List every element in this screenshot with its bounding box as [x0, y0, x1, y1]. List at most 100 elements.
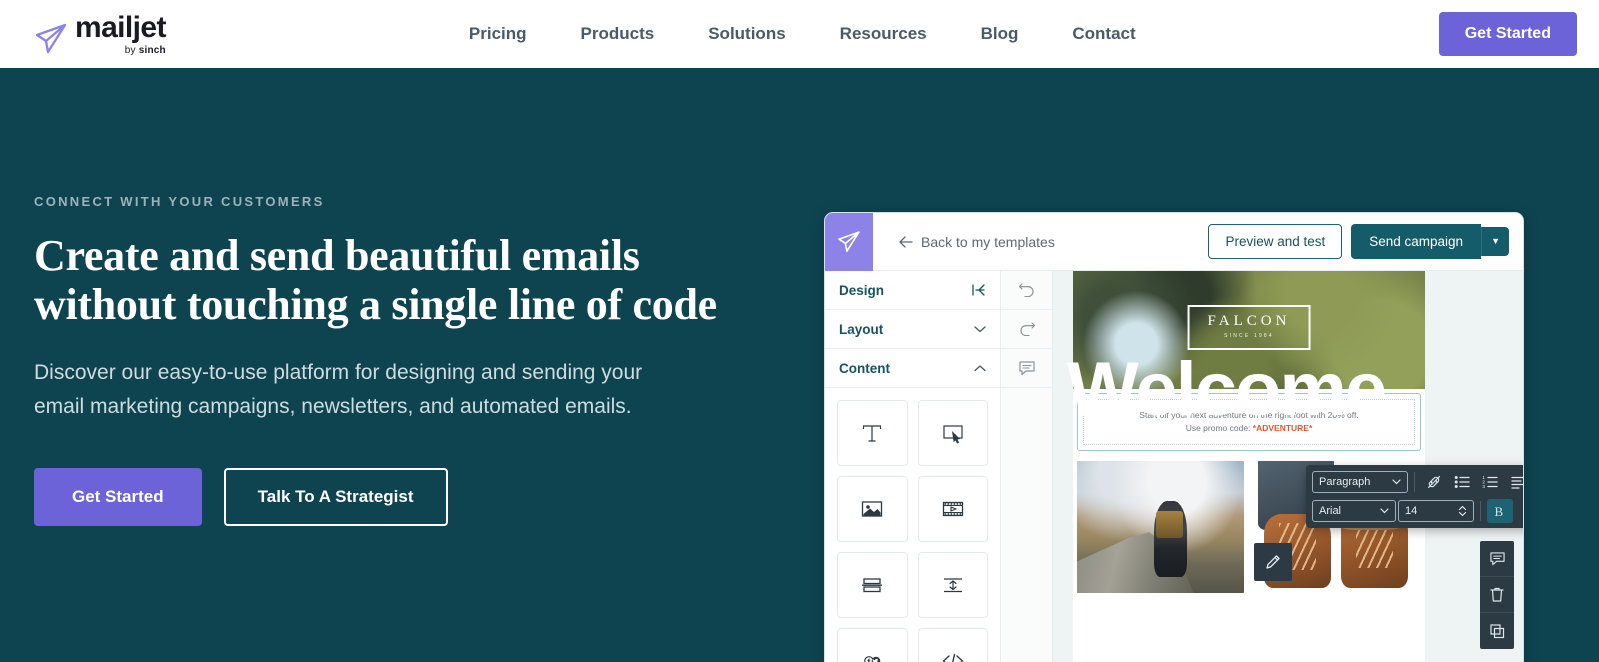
- email-canvas: FALCON SINCE 1984 Welcome Start off your…: [1053, 271, 1523, 662]
- bullet-list-icon[interactable]: [1449, 470, 1475, 494]
- paper-plane-icon: [34, 22, 68, 56]
- content-block-video[interactable]: [917, 476, 988, 542]
- sidebar-section-content[interactable]: Content: [825, 349, 1000, 388]
- sidebar-label-design: Design: [839, 282, 885, 298]
- comments-button[interactable]: [1001, 349, 1052, 388]
- cursor-click-icon: [940, 420, 966, 446]
- content-block-image[interactable]: [837, 476, 908, 542]
- rows-divider-icon: [859, 572, 885, 598]
- format-row-1: Paragraph 123: [1312, 470, 1523, 494]
- hero-title-line2: without touching a single line of code: [34, 280, 717, 330]
- sidebar-section-layout[interactable]: Layout: [825, 310, 1000, 349]
- sidebar-section-design[interactable]: Design: [825, 271, 1000, 310]
- block-actions: [1480, 541, 1514, 649]
- hero-get-started-button[interactable]: Get Started: [34, 467, 202, 526]
- preview-and-test-button[interactable]: Preview and test: [1208, 224, 1343, 259]
- content-block-spacer[interactable]: [917, 552, 988, 618]
- hero-title-line1: Create and send beautiful emails: [34, 231, 640, 280]
- paragraph-style-select[interactable]: Paragraph: [1312, 471, 1408, 493]
- paragraph-style-value: Paragraph: [1319, 476, 1371, 488]
- stepper-updown-icon: [1458, 505, 1467, 517]
- italic-icon[interactable]: I: [1515, 499, 1523, 523]
- editor-tool-rail: [1001, 271, 1053, 662]
- editor-body: Design Layout Content FALCON SINCE 1984 …: [825, 271, 1523, 662]
- photo-hiker-on-rocky-trail[interactable]: [1077, 461, 1244, 593]
- nav-get-started-button[interactable]: Get Started: [1438, 12, 1577, 56]
- nav-item-products[interactable]: Products: [581, 24, 655, 44]
- numbered-list-icon[interactable]: 123: [1477, 470, 1503, 494]
- redo-button[interactable]: [1001, 310, 1052, 349]
- link-broken-icon[interactable]: [1421, 470, 1447, 494]
- hiker-backpack: [1156, 511, 1183, 538]
- email-editor-mockup: Back to my templates Preview and test Se…: [824, 212, 1524, 662]
- nav-item-resources[interactable]: Resources: [840, 24, 927, 44]
- hero-talk-strategist-button[interactable]: Talk To A Strategist: [223, 467, 448, 526]
- font-family-select[interactable]: Arial: [1312, 500, 1396, 522]
- block-comment-button[interactable]: [1480, 541, 1514, 577]
- comment-bubble-icon: [1018, 360, 1036, 376]
- undo-button[interactable]: [1001, 271, 1052, 310]
- content-blocks-grid: [825, 388, 1000, 662]
- editor-logo[interactable]: [825, 213, 873, 271]
- chevron-up-icon[interactable]: [974, 364, 986, 372]
- vertical-spacer-icon: [940, 572, 966, 598]
- code-brackets-icon: [940, 648, 966, 662]
- content-block-social[interactable]: [837, 628, 908, 662]
- format-row-2: Arial 14 B: [1312, 499, 1523, 523]
- hero-section: CONNECT WITH YOUR CUSTOMERS Create and s…: [0, 68, 1599, 662]
- nav-item-pricing[interactable]: Pricing: [469, 24, 527, 44]
- bold-icon[interactable]: B: [1487, 499, 1513, 523]
- hero-eyebrow: CONNECT WITH YOUR CUSTOMERS: [34, 194, 325, 209]
- falcon-logo: FALCON SINCE 1984: [1187, 305, 1311, 350]
- align-left-icon[interactable]: [1505, 470, 1523, 494]
- send-campaign-button[interactable]: Send campaign: [1351, 224, 1482, 259]
- svg-text:B: B: [1495, 504, 1504, 519]
- duplicate-icon: [1489, 623, 1505, 639]
- editor-sidebar: Design Layout Content: [825, 271, 1001, 662]
- chevron-down-icon: [1380, 508, 1389, 514]
- hero-title: Create and send beautiful emails without…: [34, 231, 734, 330]
- content-block-button[interactable]: [917, 400, 988, 466]
- nav-item-contact[interactable]: Contact: [1072, 24, 1135, 44]
- image-icon: [859, 496, 885, 522]
- content-block-divider[interactable]: [837, 552, 908, 618]
- sidebar-label-layout: Layout: [839, 321, 884, 337]
- back-to-templates-link[interactable]: Back to my templates: [899, 234, 1055, 250]
- text-t-icon: [859, 420, 885, 446]
- brand-sub: by sinch: [124, 44, 166, 56]
- send-campaign-dropdown[interactable]: ▼: [1481, 227, 1509, 256]
- redo-arrow-icon: [1018, 322, 1036, 336]
- hero-cta-group: Get Started Talk To A Strategist: [34, 467, 800, 526]
- svg-text:3: 3: [1482, 484, 1485, 489]
- top-navbar: mailjet by sinch Pricing Products Soluti…: [0, 0, 1599, 68]
- nav-item-solutions[interactable]: Solutions: [708, 24, 785, 44]
- font-size-stepper[interactable]: 14: [1398, 500, 1474, 522]
- divider: [1414, 472, 1415, 492]
- back-label: Back to my templates: [921, 233, 1055, 250]
- content-block-text[interactable]: [837, 400, 908, 466]
- comment-bubble-icon: [1489, 551, 1506, 566]
- collapse-panel-icon[interactable]: [972, 284, 986, 296]
- brand-name: mailjet: [75, 10, 166, 44]
- chevron-down-icon: [1392, 479, 1401, 485]
- undo-arrow-icon: [1018, 283, 1036, 297]
- divider: [1480, 501, 1481, 521]
- content-block-html[interactable]: [917, 628, 988, 662]
- chevron-down-icon[interactable]: [974, 325, 986, 333]
- nav-item-blog[interactable]: Blog: [981, 24, 1019, 44]
- edit-block-button[interactable]: [1254, 543, 1292, 581]
- arrow-left-icon: [899, 235, 913, 248]
- falcon-logo-since: SINCE 1984: [1224, 333, 1274, 339]
- mailjet-logo[interactable]: mailjet by sinch: [34, 10, 166, 56]
- hero-subtitle: Discover our easy-to-use platform for de…: [34, 360, 643, 418]
- block-duplicate-button[interactable]: [1480, 613, 1514, 649]
- block-delete-button[interactable]: [1480, 577, 1514, 613]
- editor-topbar: Back to my templates Preview and test Se…: [825, 213, 1523, 271]
- email-headline: Welcome: [1067, 347, 1387, 432]
- pencil-edit-icon: [1264, 553, 1282, 571]
- font-size-value: 14: [1405, 505, 1418, 517]
- paper-plane-icon: [837, 230, 861, 254]
- font-family-value: Arial: [1319, 505, 1342, 517]
- trash-icon: [1489, 586, 1505, 603]
- editor-actions: Preview and test Send campaign ▼: [1208, 224, 1509, 259]
